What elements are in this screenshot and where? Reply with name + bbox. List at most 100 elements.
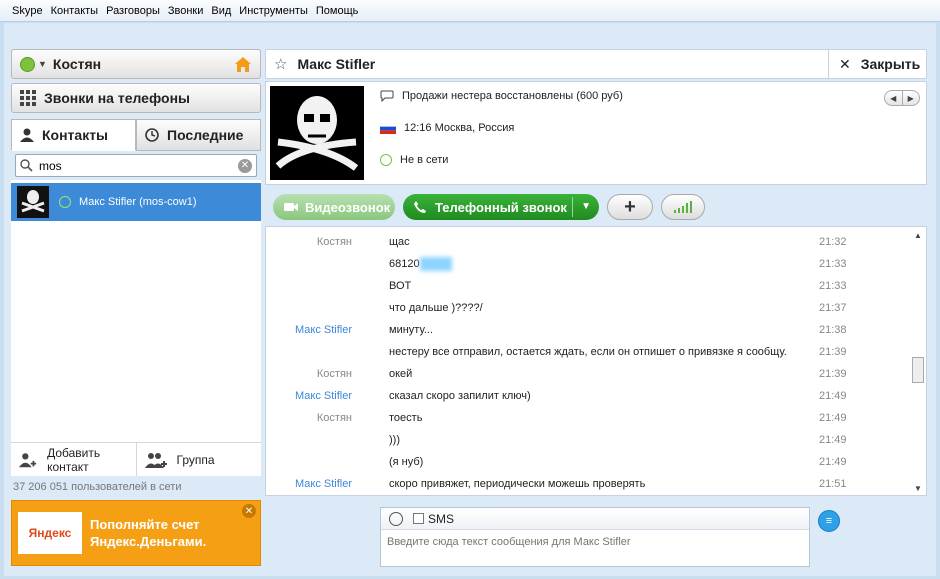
message-input[interactable] — [381, 530, 809, 566]
message-row: ВОТ 21:33 — [266, 275, 906, 297]
composer-toolbar: SMS — [381, 508, 809, 530]
message-text-content: минуту... — [389, 324, 434, 336]
message-time: 21:37 — [819, 302, 847, 314]
tab-contacts[interactable]: Контакты — [11, 119, 136, 151]
user-name: Костян — [52, 56, 102, 72]
sms-checkbox[interactable] — [413, 513, 424, 524]
message-time: 21:38 — [819, 324, 847, 336]
call-quality-button[interactable] — [661, 194, 705, 220]
add-contact-button[interactable]: Добавить контакт — [11, 443, 137, 476]
tab-recent[interactable]: Последние — [136, 119, 261, 151]
send-button[interactable]: ≡ — [818, 510, 840, 532]
close-conversation-button[interactable]: ✕ Закрыть — [828, 50, 926, 78]
message-text: скоро привяжет, периодически можешь пров… — [389, 473, 645, 495]
message-text: (я нуб) — [389, 451, 423, 473]
message-sender[interactable]: Костян — [317, 363, 352, 385]
scroll-thumb[interactable] — [912, 357, 924, 383]
add-person-icon — [19, 452, 37, 467]
scroll-down-icon[interactable]: ▼ — [914, 484, 922, 493]
message-text-content: тоесть — [389, 412, 423, 424]
tab-contacts-label: Контакты — [42, 127, 109, 143]
message-time: 21:39 — [819, 368, 847, 380]
status-text: Не в сети — [400, 154, 449, 166]
search-box: ✕ — [15, 154, 257, 177]
scroll-up-icon[interactable]: ▲ — [914, 231, 922, 240]
message-text-content: сказал скоро запилит ключ) — [389, 390, 531, 402]
message-sender[interactable]: Макс Stifler — [295, 473, 352, 495]
menu-item[interactable]: Контакты — [47, 5, 103, 17]
message-text: минуту... — [389, 319, 433, 341]
chevron-down-icon: ▼ — [38, 59, 47, 69]
user-status-button[interactable]: ▼ Костян — [11, 49, 261, 79]
location-text: 12:16 Москва, Россия — [404, 122, 515, 134]
message-time: 21:32 — [819, 236, 847, 248]
add-participant-button[interactable]: + — [607, 194, 653, 220]
clear-search-icon[interactable]: ✕ — [238, 158, 252, 173]
menu-item[interactable]: Skype — [8, 5, 47, 17]
menu-item[interactable]: Помощь — [312, 5, 363, 17]
menu-item[interactable]: Звонки — [164, 5, 208, 17]
ad-logo: Яндекс — [18, 512, 82, 554]
russia-flag-icon — [380, 122, 396, 134]
message-composer: SMS — [380, 507, 810, 567]
contact-item[interactable]: Макс Stifler (mos-cow1) — [11, 183, 261, 221]
location-info: 12:16 Москва, Россия — [380, 122, 514, 134]
message-text-content: 68120 — [389, 258, 420, 270]
call-phones-button[interactable]: Звонки на телефоны — [11, 83, 261, 113]
group-label: Группа — [176, 452, 215, 467]
message-text: нестеру все отправил, остается ждать, ес… — [389, 341, 787, 363]
message-text-content: скоро привяжет, периодически можешь пров… — [389, 478, 646, 490]
mood-text: Продажи нестера восстановлены (600 руб) — [402, 90, 623, 102]
message-time: 21:33 — [819, 280, 847, 292]
chat-scrollbar[interactable]: ▲ ▼ — [912, 231, 924, 493]
home-icon[interactable] — [234, 56, 252, 73]
call-phones-label: Звонки на телефоны — [44, 90, 191, 106]
ad-banner[interactable]: Яндекс Пополняйте счет Яндекс.Деньгами. … — [11, 500, 261, 566]
message-row: Макс Stifler сказал скоро запилит ключ) 21… — [266, 385, 906, 407]
menu-item[interactable]: Вид — [207, 5, 235, 17]
message-sender[interactable]: Костян — [317, 407, 352, 429]
tab-recent-label: Последние — [167, 127, 244, 143]
speech-bubble-icon — [380, 90, 394, 102]
conversation-title: Макс Stifler — [297, 56, 376, 72]
chat-history: ▲ ▼ Костян щас 21:32 68120 21:33 ВОТ 21:33 что … — [265, 226, 927, 496]
message-time: 21:49 — [819, 456, 847, 468]
group-button[interactable]: Группа — [137, 443, 262, 476]
left-panel: ▼ Костян Звонки на телефоны Контакты Пос… — [8, 46, 263, 574]
message-time: 21:39 — [819, 346, 847, 358]
chevron-down-icon[interactable]: ▼ — [581, 201, 591, 212]
contact-list: Макс Stifler (mos-cow1) — [11, 180, 261, 442]
ad-text: Пополняйте счет Яндекс.Деньгами. — [90, 516, 206, 550]
menu-item[interactable]: Разговоры — [102, 5, 164, 17]
message-sender[interactable]: Костян — [317, 231, 352, 253]
message-text: ))) — [389, 429, 400, 451]
chevron-right-icon[interactable]: ▶ — [903, 91, 920, 105]
emoticon-icon[interactable] — [389, 511, 403, 526]
star-icon[interactable]: ☆ — [274, 55, 287, 73]
chevron-left-icon[interactable]: ◀ — [885, 91, 903, 105]
phone-call-button[interactable]: Телефонный звонок ▼ — [403, 194, 599, 220]
message-time: 21:49 — [819, 434, 847, 446]
close-icon[interactable]: ✕ — [242, 504, 256, 518]
message-sender[interactable]: Макс Stifler — [295, 385, 352, 407]
menu-item[interactable]: Инструменты — [235, 5, 312, 17]
sms-label: SMS — [428, 511, 455, 526]
call-toolbar: Видеозвонок Телефонный звонок ▼ + — [265, 192, 927, 222]
offline-status-icon — [59, 196, 71, 208]
message-text: ВОТ — [389, 275, 411, 297]
search-input[interactable] — [39, 158, 238, 173]
contact-tabs: Контакты Последние — [11, 119, 261, 151]
message-text-content: окей — [389, 368, 413, 380]
profile-card: Продажи нестера восстановлены (600 руб) … — [265, 81, 927, 185]
signal-bars-icon — [674, 201, 692, 213]
contact-name: Макс Stifler (mos-cow1) — [79, 196, 197, 208]
message-text: тоесть — [389, 407, 422, 429]
conversation-panel: ☆ Макс Stifler ✕ Закрыть Продажи нестера… — [265, 46, 927, 574]
message-sender[interactable]: Макс Stifler — [295, 319, 352, 341]
message-time: 21:33 — [819, 258, 847, 270]
profile-avatar — [270, 86, 364, 180]
message-text: что дальше )????/ — [389, 297, 483, 319]
video-call-button[interactable]: Видеозвонок — [273, 194, 395, 220]
message-row: Костян окей 21:39 — [266, 363, 906, 385]
message-time: 21:49 — [819, 412, 847, 424]
